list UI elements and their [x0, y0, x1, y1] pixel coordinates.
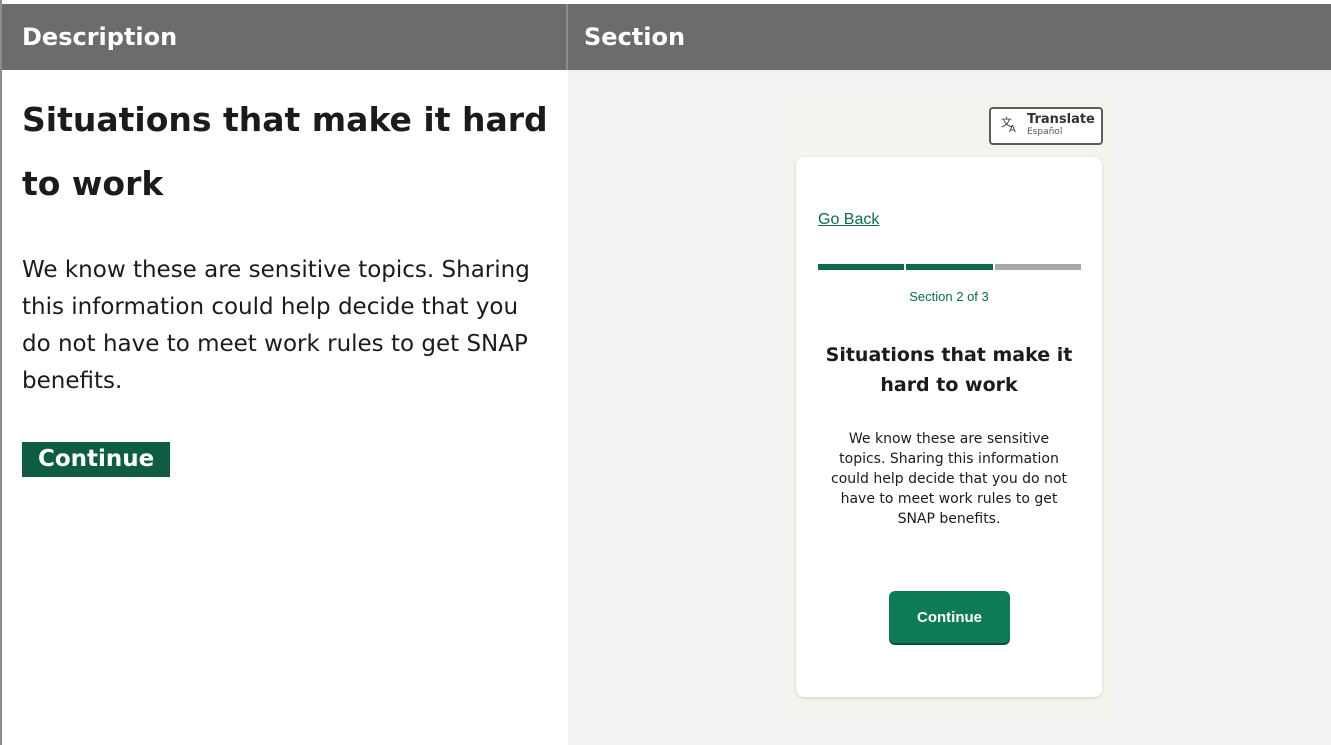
go-back-link[interactable]: Go Back [818, 211, 879, 229]
description-title: Situations that make it hard to work [22, 100, 548, 203]
card-title: Situations that make it hard to work [825, 344, 1073, 396]
translate-icon: 文 A [1001, 115, 1019, 137]
progress-segment-3 [994, 264, 1081, 270]
card-body: We know these are sensitive topics. Shar… [831, 431, 1067, 527]
table-header: Description Section [2, 4, 1331, 70]
description-body: We know these are sensitive topics. Shar… [22, 257, 530, 394]
header-section: Section [584, 23, 686, 51]
header-description: Description [2, 4, 568, 70]
svg-text:A: A [1009, 124, 1016, 133]
progress-bar [818, 264, 1081, 270]
description-continue-button[interactable]: Continue [22, 442, 171, 477]
translate-label: Translate [1027, 112, 1095, 127]
description-cell: Situations that make it hard to work We … [22, 70, 552, 477]
section-progress-label: Section 2 of 3 [909, 289, 989, 304]
translate-sublabel: Español [1027, 127, 1063, 137]
progress-segment-2 [906, 264, 993, 270]
card-continue-button[interactable]: Continue [889, 591, 1010, 643]
progress-segment-1 [818, 264, 905, 270]
section-card: Go Back Section 2 of 3 Situations that m… [796, 157, 1102, 697]
translate-button[interactable]: 文 A Translate Español [989, 107, 1103, 145]
